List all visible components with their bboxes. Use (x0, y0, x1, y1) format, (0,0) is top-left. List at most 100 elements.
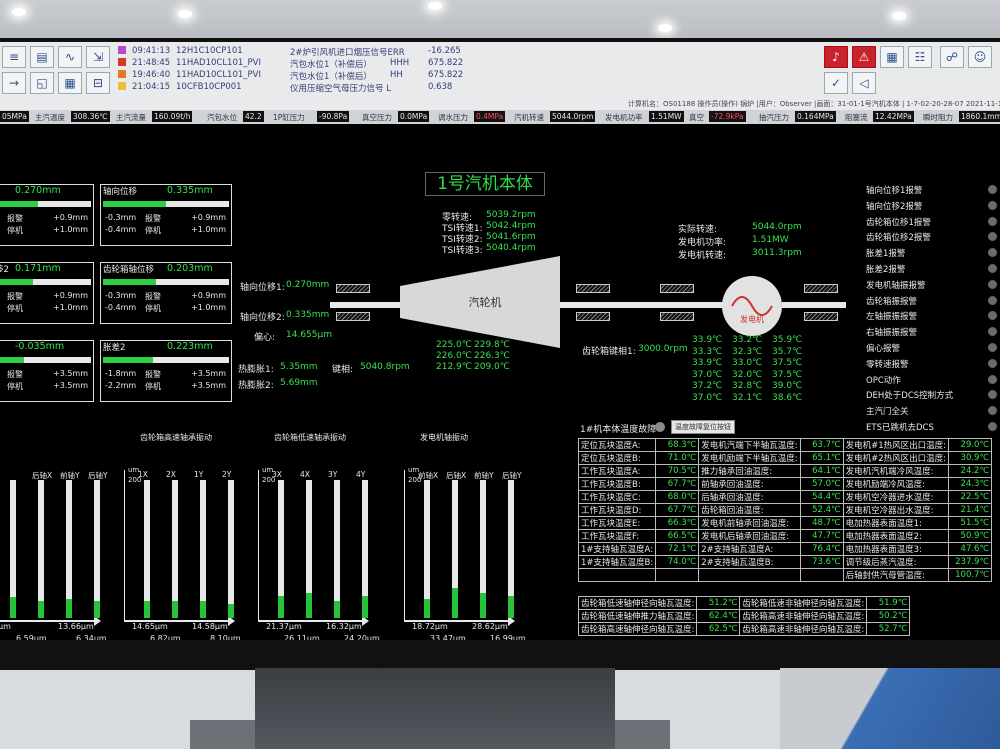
generator-temp: 37.0℃ (692, 392, 723, 403)
vibration-column (38, 480, 44, 618)
vibration-column (452, 480, 458, 618)
generator-label: 发电机功率: (678, 238, 727, 248)
vibration-value: 26.11μm (284, 634, 320, 640)
alarm-limit-value: +0.9mm (191, 291, 227, 300)
panel-name: 移2 (0, 265, 9, 275)
temperature-value: 51.2℃ (696, 596, 741, 610)
trend-icon[interactable]: ∿ (58, 46, 82, 68)
temperature-value: 21.4℃ (948, 503, 993, 517)
axial-panel: -0.035mm 报警 +3.5mm 停机 +3.5mm (0, 340, 94, 402)
temperature-value: 30.9℃ (948, 451, 993, 465)
protection-alarm-label: 齿轮箱位移2报警 (866, 233, 931, 244)
temperature-label: 齿轮箱低速轴伸推力轴瓦温度: (577, 609, 698, 623)
protection-alarm-label: 零转速报警 (866, 359, 909, 370)
vibration-column-fill (508, 595, 514, 618)
alarm-row[interactable]: 21:48:45 11HAD10CL101_PVI 汽包水位1（补偿后） HHH 675… (118, 58, 478, 70)
alarm-row[interactable]: 09:41:13 12H1C10CP101 2#炉引风机进口烟压信号ERR -16.2… (118, 46, 478, 58)
window-icon[interactable]: ◱ (30, 72, 54, 94)
alarm-bell-icon[interactable]: ♪ (824, 46, 848, 68)
book-icon[interactable]: ⊟ (86, 72, 110, 94)
temperature-value (799, 568, 844, 582)
vibration-value: 8.10μm (210, 634, 241, 640)
thermal-exp-1-label: 热膨胀1: (238, 365, 274, 375)
alarm-status-led (988, 390, 997, 400)
temp-fault-reset-button[interactable]: 温度故障复位按钮 (671, 420, 735, 434)
temperature-label: 发电机汽端下半轴瓦温度: (698, 438, 801, 452)
vibration-column (362, 480, 368, 618)
alarm-status-led (988, 279, 997, 289)
speed-value: 5039.2rpm (486, 210, 536, 220)
alarm-code: 12H1C10CP101 (176, 46, 243, 56)
alarm-tree-icon[interactable]: ⚠ (852, 46, 876, 68)
trip-limit-value: +1.0mm (191, 225, 227, 234)
panel-bar-fill (103, 357, 154, 363)
protection-alarm-label: 左轴振振报警 (866, 312, 918, 323)
alarm-row[interactable]: 21:04:15 10CFB10CP001 仪用压缩空气母压力信号 L 0.638 (118, 82, 478, 94)
alarm-row[interactable]: 19:46:40 11HAD10CL101_PVI 汽包水位1（补偿后） HH 675.… (118, 70, 478, 82)
temperature-value: 66.5℃ (655, 529, 700, 543)
alarm-status-led (988, 200, 997, 210)
vibration-value: 16.32μm (326, 622, 362, 631)
temperature-value: 72.1℃ (655, 542, 700, 556)
generator-temp: 38.6℃ (772, 392, 803, 403)
temperature-label: 推力轴承回油温度: (698, 464, 801, 478)
generator-value: 1.51MW (752, 235, 789, 245)
room-ceiling (0, 0, 1000, 40)
vibration-value: 24.20μm (344, 634, 380, 640)
vibration-column (94, 480, 100, 618)
alarm-level: HHH (390, 58, 410, 68)
report-icon[interactable]: ▦ (58, 72, 82, 94)
param-value: 308.36℃ (71, 111, 110, 122)
low-trip-limit: -0.4mm (105, 225, 137, 234)
user-icon[interactable]: ☺ (968, 46, 992, 68)
generator-label: 发电机 (740, 315, 764, 324)
temperature-label: 2#支持轴瓦温度B: (698, 555, 801, 569)
doc-icon[interactable]: ▤ (30, 46, 54, 68)
param-label: 汽机转速 (514, 113, 544, 122)
temperature-value: 66.3℃ (655, 516, 700, 530)
people-icon[interactable]: ☍ (940, 46, 964, 68)
temperature-label: 齿轮箱低速非轴伸径向轴瓦温度: (739, 596, 868, 610)
temperature-value: 50.2℃ (866, 609, 911, 623)
thermal-exp-1-value: 5.35mm (280, 362, 318, 372)
protection-alarm-label: 主汽门全关 (866, 407, 909, 418)
vibration-column-fill (94, 601, 100, 618)
trip-limit-label: 停机 (7, 226, 23, 235)
menu-icon[interactable]: ≡ (2, 46, 26, 68)
vibration-value: 14.58μm (192, 622, 228, 631)
temperature-value: 52.7℃ (866, 622, 911, 636)
protection-alarm-label: 胀差2报警 (866, 265, 906, 275)
vibration-column (172, 480, 178, 618)
checklist-icon[interactable]: ☷ (908, 46, 932, 68)
thermal-exp-2-value: 5.69mm (280, 378, 318, 388)
temperature-value: 65.1℃ (799, 451, 844, 465)
main-process-area: 1号汽机本体 0.270mm 报警 +0.9mm 停机 +1.0mm 轴向位移 0.335m… (0, 124, 1000, 640)
export-icon[interactable]: ⇲ (86, 46, 110, 68)
temperature-value: 51.5℃ (948, 516, 993, 530)
protection-alarm-label: 偏心报警 (866, 344, 901, 354)
alarm-description: 仪用压缩空气母压力信号 L (290, 84, 391, 94)
acknowledge-icon[interactable]: ✓ (824, 72, 848, 94)
trip-limit-value: +3.5mm (191, 381, 227, 390)
vibration-column-fill (10, 597, 16, 618)
hmi-screen: ≡ ▤ ∿ ⇲ → ◱ ▦ ⊟ 09:41:13 12H1C10CP101 2#炉引… (0, 42, 1000, 640)
temperature-row: 定位瓦块温度A: 68.3℃ 发电机汽端下半轴瓦温度: 63.7℃ 发电机#1热风区出口… (577, 438, 993, 452)
mute-icon[interactable]: ◁ (852, 72, 876, 94)
param-label: 汽包水位 (207, 113, 237, 122)
temperature-row: 工作瓦块温度E: 66.3℃ 发电机前轴承回油温度: 48.7℃ 电加热器表面温度1: 5… (577, 516, 993, 530)
vibration-title: 齿轮箱低速轴承振动 (274, 433, 346, 442)
alarm-limit-value: +3.5mm (191, 369, 227, 378)
vibration-column-fill (306, 593, 312, 618)
grid-icon[interactable]: ▦ (880, 46, 904, 68)
vibration-column (278, 480, 284, 618)
alarm-status-led (988, 264, 997, 273)
param-label: 调水压力 (438, 113, 468, 122)
generator-temp: 35.9℃ (772, 335, 803, 345)
alarm-description: 汽包水位1（补偿后） (290, 72, 372, 82)
temperature-label: 发电机#1热风区出口温度: (842, 438, 950, 452)
generator-temp: 33.2℃ (732, 335, 763, 345)
forward-icon[interactable]: → (2, 72, 26, 94)
param-value: -90.8Pa (317, 111, 350, 122)
param-value: 160.09t/h (152, 111, 193, 122)
vibration-value: 14.65μm (132, 622, 168, 631)
